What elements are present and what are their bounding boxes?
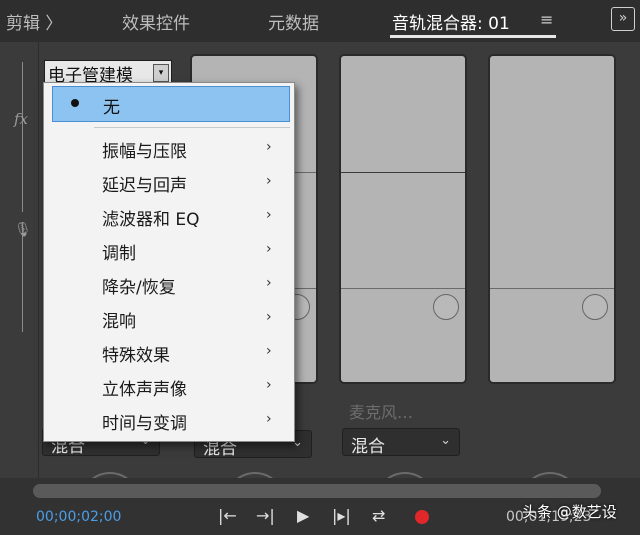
current-timecode[interactable]: 00;00;02;00 bbox=[36, 509, 121, 525]
microphone-icon: 🎙 bbox=[14, 222, 32, 238]
chevron-right-icon: › bbox=[266, 139, 272, 155]
dropdown-value: 混合 bbox=[351, 437, 385, 457]
transport-bar: 00;00;02;00 |← →| ▶ |▸| ⇄ 00;01;19;23 头条… bbox=[0, 478, 640, 535]
menu-item-modulation[interactable]: 调制 bbox=[102, 239, 136, 264]
chevron-down-icon: ⌄ bbox=[440, 433, 451, 448]
menu-item-stereo-imagery[interactable]: 立体声声像 bbox=[102, 375, 187, 400]
chevron-right-icon: › bbox=[266, 173, 272, 189]
menu-item-amplitude-compression[interactable]: 振幅与压限 bbox=[102, 137, 187, 162]
record-icon[interactable] bbox=[415, 510, 429, 524]
play-in-to-out-icon[interactable]: |▸| bbox=[332, 506, 351, 525]
effect-context-menu: 无 振幅与压限 › 延迟与回声 › 滤波器和 EQ › 调制 › 降杂/恢复 ›… bbox=[43, 82, 295, 442]
menu-item-noise-reduction[interactable]: 降杂/恢复 bbox=[102, 273, 176, 298]
dropdown-arrow-icon[interactable]: ▾ bbox=[153, 64, 169, 82]
menu-item-special[interactable]: 特殊效果 bbox=[102, 341, 170, 366]
menu-separator bbox=[94, 127, 290, 128]
effect-preset-dropdown[interactable]: 电子管建模 ▾ bbox=[44, 60, 172, 86]
chevron-right-icon: › bbox=[266, 275, 272, 291]
chevron-right-icon: › bbox=[266, 207, 272, 223]
panel-divider bbox=[341, 288, 465, 289]
panel-tab-bar: 剪辑 〉 效果控件 元数据 音轨混合器: 01 ≡ » bbox=[0, 0, 640, 42]
menu-item-time-pitch[interactable]: 时间与变调 bbox=[102, 409, 187, 434]
bullet-icon bbox=[71, 99, 79, 107]
rail-divider bbox=[22, 222, 23, 332]
menu-item-delay-echo[interactable]: 延迟与回声 bbox=[102, 171, 187, 196]
tab-effect-controls[interactable]: 效果控件 bbox=[122, 9, 190, 34]
pan-knob[interactable] bbox=[433, 294, 459, 320]
active-tab-indicator bbox=[390, 35, 556, 38]
go-to-out-icon[interactable]: →| bbox=[256, 506, 275, 525]
effects-rack-panel[interactable] bbox=[488, 54, 616, 384]
horizontal-scrollbar[interactable] bbox=[33, 484, 601, 498]
send-label: 麦克风… bbox=[349, 403, 414, 422]
go-to-in-icon[interactable]: |← bbox=[218, 506, 237, 525]
close-icon[interactable]: » bbox=[611, 7, 635, 31]
chevron-right-icon: › bbox=[266, 343, 272, 359]
menu-item-filter-eq[interactable]: 滤波器和 EQ bbox=[102, 205, 200, 230]
menu-item-none[interactable]: 无 bbox=[52, 86, 290, 122]
chevron-right-icon: › bbox=[266, 309, 272, 325]
automation-mode-dropdown[interactable]: 混合 ⌄ bbox=[342, 428, 460, 457]
mixer-side-rail: fx 🎙 bbox=[0, 42, 39, 512]
panel-divider bbox=[341, 172, 465, 173]
effects-rack-panel[interactable] bbox=[339, 54, 467, 384]
panel-divider bbox=[490, 288, 614, 289]
chevron-right-icon: › bbox=[266, 377, 272, 393]
chevron-right-icon: › bbox=[266, 241, 272, 257]
fx-icon: fx bbox=[14, 110, 29, 128]
play-icon[interactable]: ▶ bbox=[297, 506, 309, 525]
loop-icon[interactable]: ⇄ bbox=[372, 506, 385, 525]
pan-knob[interactable] bbox=[582, 294, 608, 320]
menu-item-reverb[interactable]: 混响 bbox=[102, 307, 136, 332]
tab-clip[interactable]: 剪辑 〉 bbox=[6, 9, 62, 34]
rail-divider bbox=[22, 62, 23, 212]
chevron-right-icon: › bbox=[266, 411, 272, 427]
menu-item-label: 无 bbox=[103, 98, 120, 118]
watermark: 头条 @数艺设 bbox=[522, 503, 617, 521]
mixer-channel-3: 麦克风… bbox=[339, 54, 479, 422]
tab-metadata[interactable]: 元数据 bbox=[268, 9, 319, 34]
hamburger-menu-icon[interactable]: ≡ bbox=[540, 10, 553, 29]
mixer-channel-4 bbox=[488, 54, 628, 384]
tab-audio-track-mixer[interactable]: 音轨混合器: 01 bbox=[392, 9, 510, 34]
